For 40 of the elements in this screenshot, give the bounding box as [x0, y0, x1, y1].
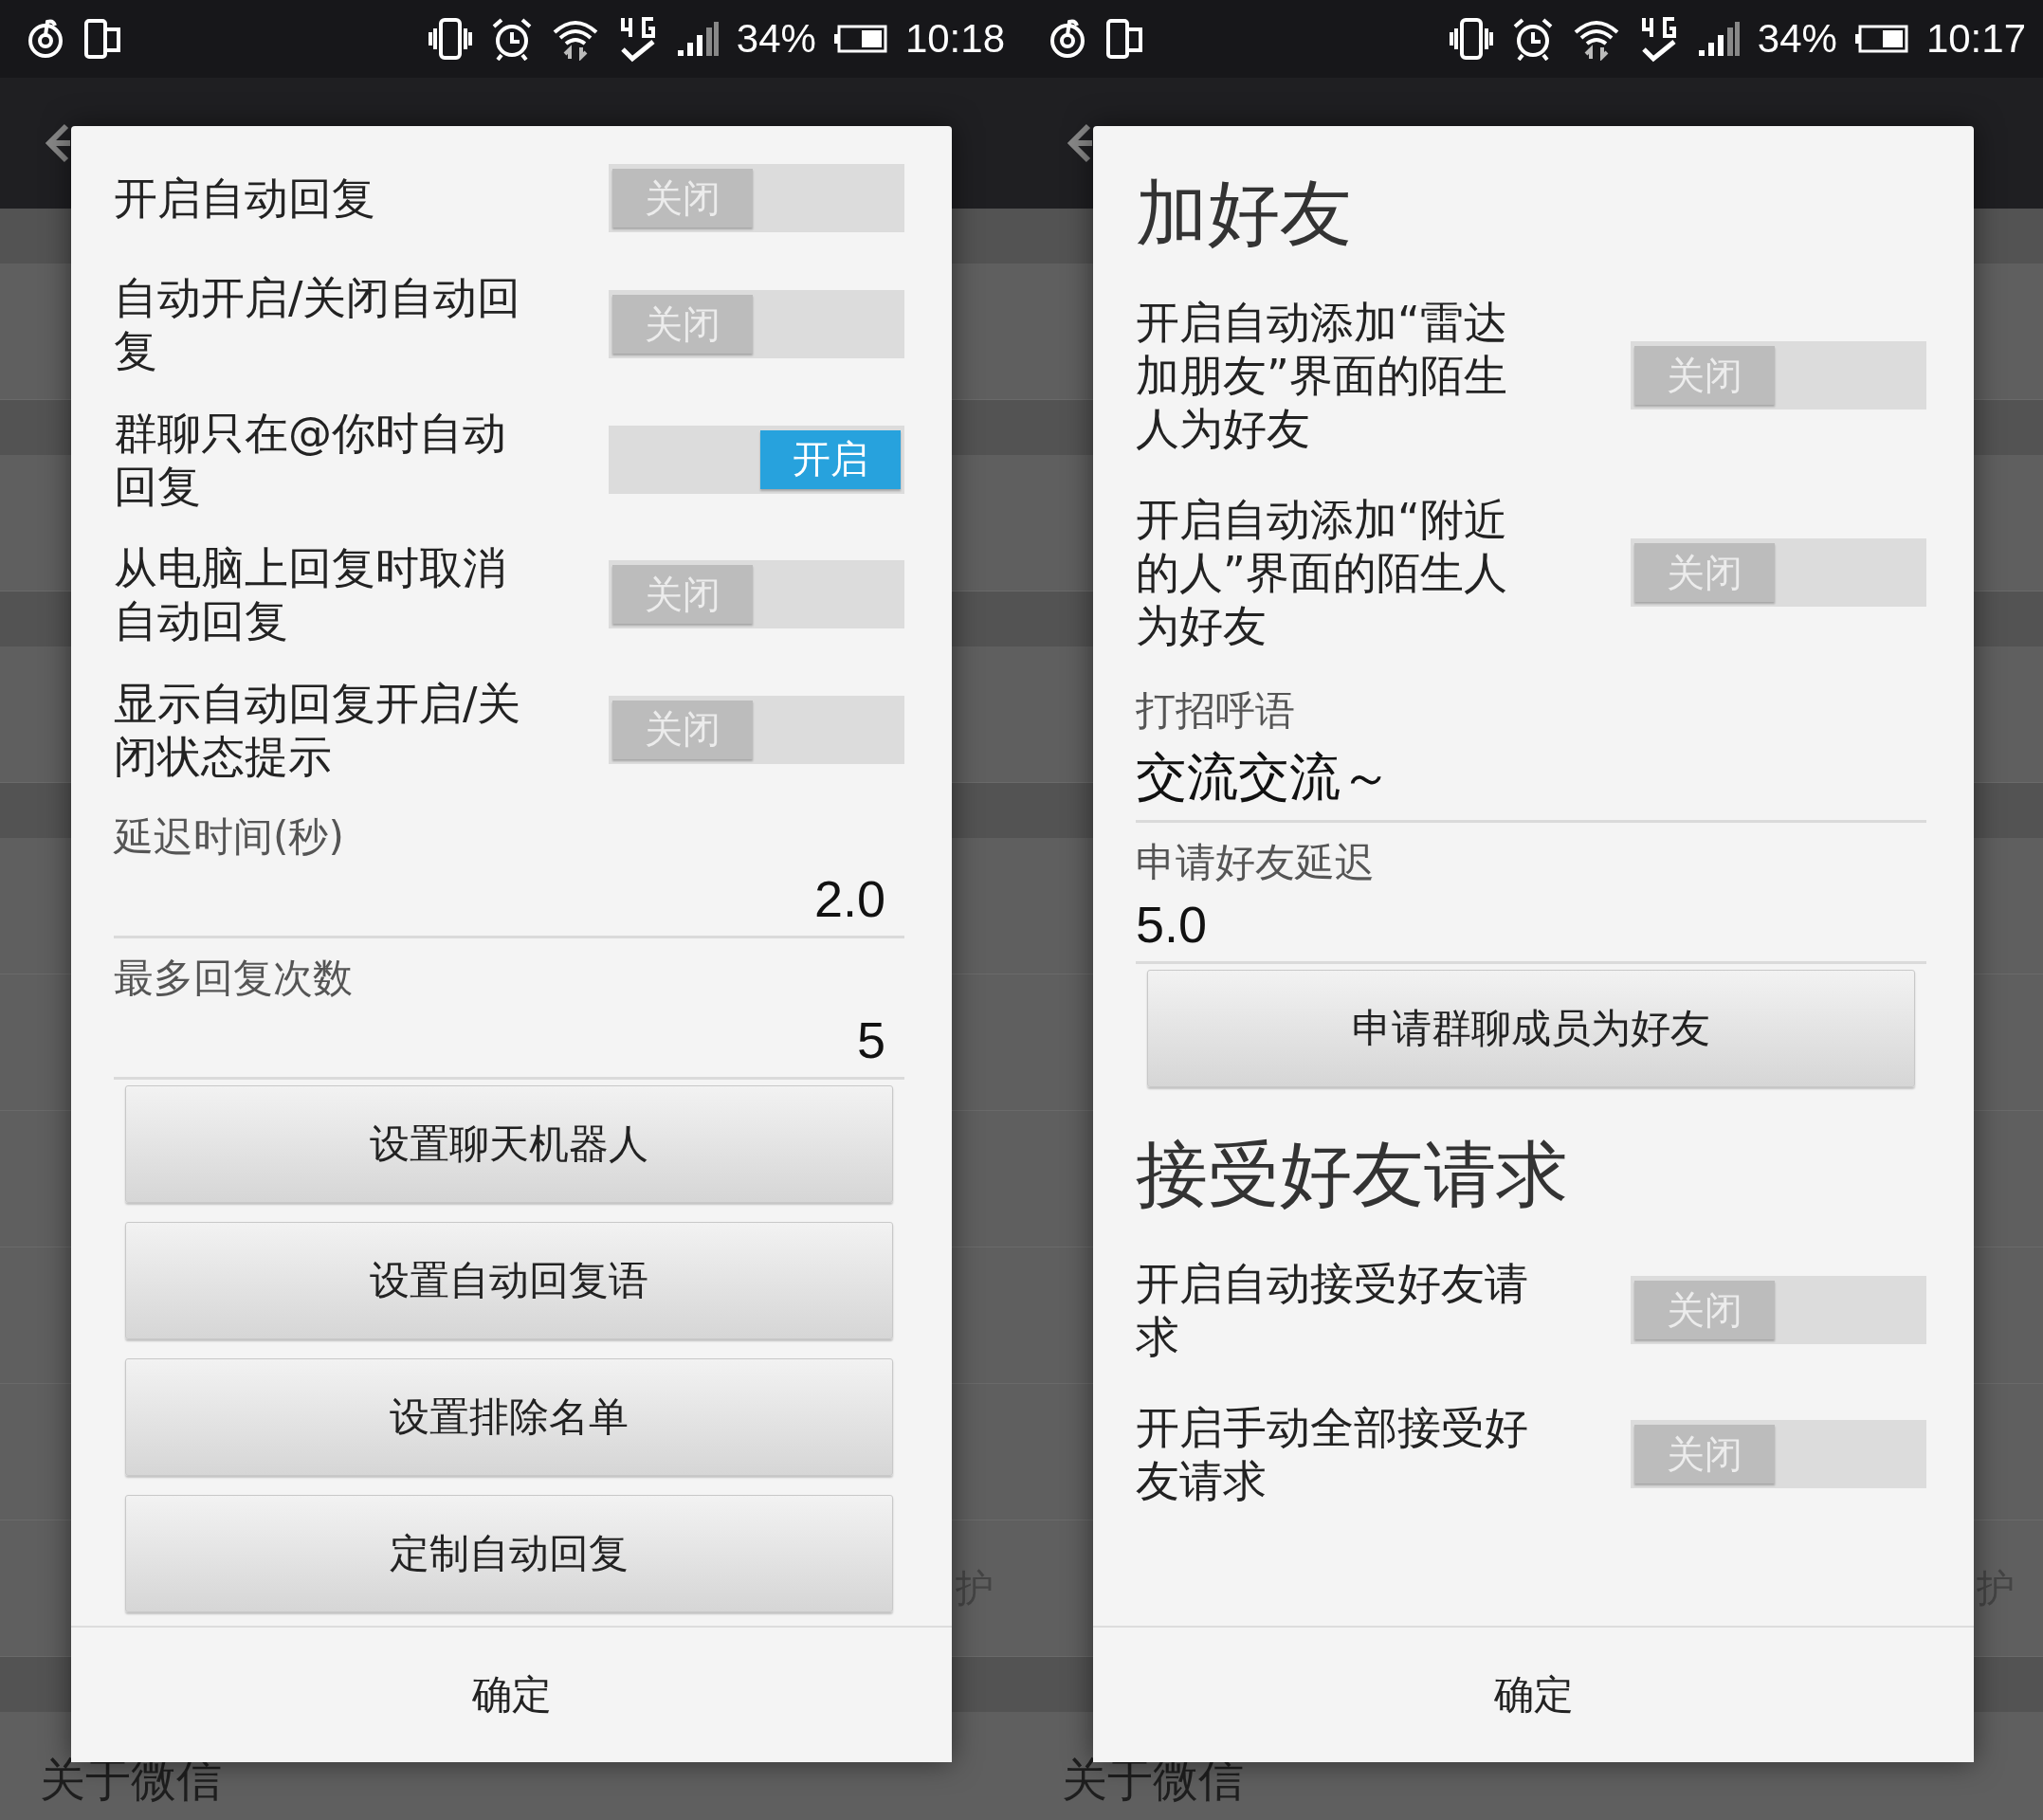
- setting-label: 开启手动全部接受好友请求: [1136, 1401, 1529, 1507]
- action-button[interactable]: 申请群聊成员为好友: [1147, 970, 1915, 1087]
- vibrate-icon: [427, 17, 473, 61]
- setting-label: 自动开启/关闭自动回复: [114, 271, 522, 378]
- section-heading: 加好友: [1136, 170, 1353, 257]
- vibrate-icon: [1448, 17, 1494, 61]
- input-field[interactable]: 5.0: [1136, 889, 1926, 964]
- field-label: 打招呼语: [1136, 686, 1296, 736]
- battery-icon: [1853, 24, 1909, 54]
- field-label: 申请好友延迟: [1136, 838, 1376, 887]
- setting-label: 从电脑上回复时取消自动回复: [114, 541, 507, 648]
- input-field[interactable]: 5: [114, 1005, 904, 1080]
- chevron-left-icon: [1067, 123, 1092, 163]
- setting-label: 开启自动回复: [114, 172, 376, 225]
- setting-label: 开启自动接受好友请求: [1136, 1257, 1529, 1363]
- confirm-button[interactable]: 确定: [71, 1626, 952, 1762]
- section-heading: 接受好友请求: [1136, 1131, 1569, 1218]
- signal-bars-icon: [1696, 20, 1741, 58]
- action-button[interactable]: 设置自动回复语: [125, 1222, 893, 1339]
- action-button[interactable]: 设置排除名单: [125, 1358, 893, 1476]
- setting-label: 显示自动回复开启/关闭状态提示: [114, 676, 522, 783]
- setting-label: 群聊只在@你时自动回复: [114, 406, 507, 513]
- screen-mirror-icon: [83, 18, 121, 60]
- input-field[interactable]: 2.0: [114, 864, 904, 938]
- battery-icon: [832, 24, 888, 54]
- chevron-left-icon: [46, 123, 70, 163]
- field-label: 延迟时间(秒): [114, 812, 345, 862]
- clock-time: 10:18: [904, 16, 1005, 62]
- action-button[interactable]: 设置聊天机器人: [125, 1085, 893, 1203]
- input-field[interactable]: 交流交流～: [1136, 737, 1926, 823]
- screen-mirror-icon: [1105, 18, 1143, 60]
- setting-label: 开启自动添加“附近的人”界面的陌生人为好友: [1136, 493, 1508, 652]
- battery-percentage: 34%: [1757, 16, 1837, 62]
- setting-label: 开启自动添加“雷达加朋友”界面的陌生人为好友: [1136, 296, 1508, 455]
- signal-bars-icon: [675, 20, 720, 58]
- field-label: 最多回复次数: [114, 954, 354, 1003]
- action-button[interactable]: 定制自动回复: [125, 1495, 893, 1612]
- confirm-button[interactable]: 确定: [1093, 1626, 1974, 1762]
- battery-percentage: 34%: [736, 16, 816, 62]
- clock-time: 10:17: [1925, 16, 2026, 62]
